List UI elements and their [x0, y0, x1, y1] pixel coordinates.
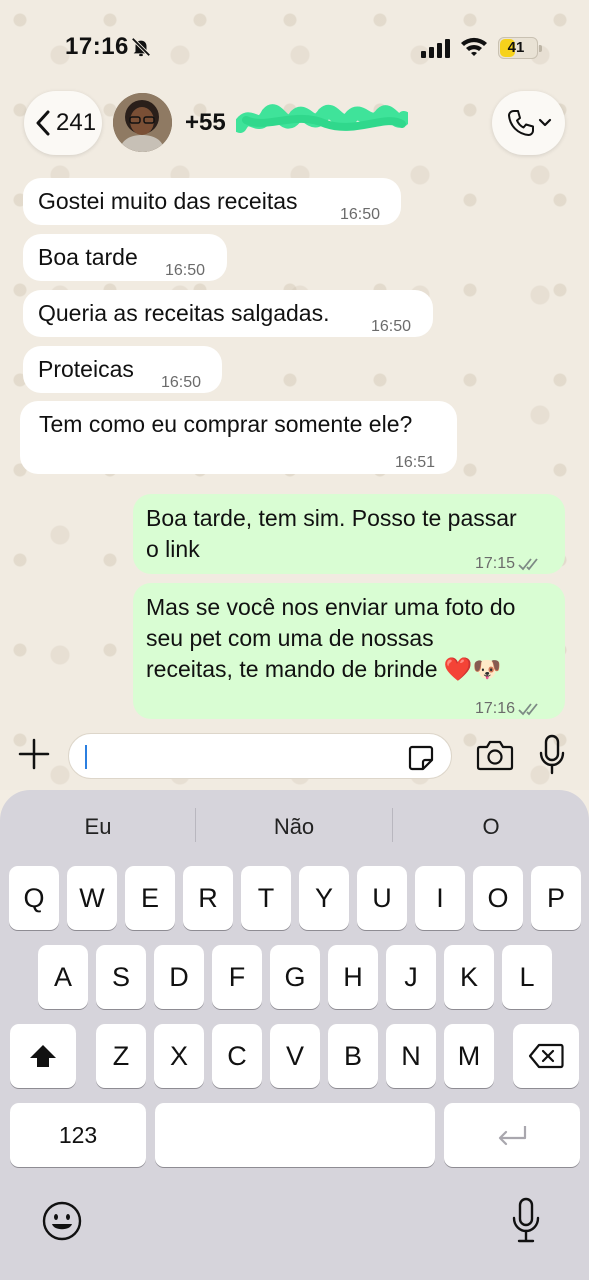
message-text: Boa tarde [38, 244, 138, 270]
text-caret [85, 745, 87, 769]
key-y[interactable]: Y [299, 866, 349, 930]
plus-icon[interactable] [17, 737, 51, 771]
message-text-line: o link [146, 536, 200, 562]
key-q[interactable]: Q [9, 866, 59, 930]
key-d[interactable]: D [154, 945, 204, 1009]
key-f[interactable]: F [212, 945, 262, 1009]
message-text-line: Mas se você nos enviar uma foto do [146, 594, 516, 620]
message-text: Proteicas [38, 356, 134, 382]
status-bar: 17:16 41 [0, 0, 589, 90]
chevron-down-icon [538, 118, 551, 127]
bell-slash-icon [131, 37, 151, 57]
shift-key[interactable] [10, 1024, 76, 1088]
key-p[interactable]: P [531, 866, 581, 930]
status-time: 17:16 [65, 33, 129, 60]
key-h[interactable]: H [328, 945, 378, 1009]
key-o[interactable]: O [473, 866, 523, 930]
battery-icon: 41 [498, 37, 542, 59]
chevron-left-icon [36, 110, 50, 136]
shift-icon [30, 1045, 56, 1067]
camera-icon[interactable] [476, 738, 514, 772]
backspace-icon [528, 1043, 564, 1069]
key-t[interactable]: T [241, 866, 291, 930]
message-time: 16:50 [371, 318, 412, 335]
sticker-icon[interactable] [407, 744, 435, 772]
message-bubble-incoming[interactable]: Queria as receitas salgadas. 16:50 [23, 290, 433, 337]
wifi-icon [461, 37, 487, 56]
message-time: 16:50 [161, 374, 202, 391]
message-time: 17:16 [475, 700, 516, 717]
message-time: 16:50 [165, 262, 206, 279]
battery-tip [539, 45, 542, 52]
return-key[interactable] [444, 1103, 580, 1167]
key-e[interactable]: E [125, 866, 175, 930]
space-key[interactable] [155, 1103, 435, 1167]
phone-icon [507, 110, 534, 136]
key-r[interactable]: R [183, 866, 233, 930]
message-text: Tem como eu comprar somente ele? [39, 411, 413, 437]
message-bubble-outgoing[interactable]: Mas se você nos enviar uma foto do seu p… [133, 583, 565, 719]
avatar[interactable] [113, 93, 172, 152]
key-l[interactable]: L [502, 945, 552, 1009]
message-text: Gostei muito das receitas [38, 188, 298, 214]
contact-name[interactable]: +55 [185, 109, 226, 137]
key-n[interactable]: N [386, 1024, 436, 1088]
back-button[interactable]: 241 [24, 91, 102, 155]
key-v[interactable]: V [270, 1024, 320, 1088]
redaction-scribble [236, 104, 408, 133]
suggestion-1[interactable]: Eu [0, 814, 196, 840]
key-s[interactable]: S [96, 945, 146, 1009]
message-bubble-incoming[interactable]: Gostei muito das receitas 16:50 [23, 178, 401, 225]
key-z[interactable]: Z [96, 1024, 146, 1088]
unread-count: 241 [56, 109, 97, 136]
message-text-line: Boa tarde, tem sim. Posso te passar [146, 505, 517, 531]
battery-level: 41 [507, 39, 525, 56]
key-a[interactable]: A [38, 945, 88, 1009]
key-g[interactable]: G [270, 945, 320, 1009]
message-time: 16:50 [340, 206, 381, 223]
message-bubble-incoming[interactable]: Tem como eu comprar somente ele? 16:51 [20, 401, 457, 474]
suggestion-3[interactable]: O [393, 814, 589, 840]
microphone-icon[interactable] [538, 734, 566, 776]
key-c[interactable]: C [212, 1024, 262, 1088]
key-u[interactable]: U [357, 866, 407, 930]
double-check-icon [518, 703, 538, 716]
return-icon [498, 1126, 527, 1146]
message-text: Queria as receitas salgadas. [38, 300, 330, 326]
dictation-microphone-icon[interactable] [511, 1196, 541, 1244]
key-b[interactable]: B [328, 1024, 378, 1088]
message-time: 17:15 [475, 555, 516, 572]
backspace-key[interactable] [513, 1024, 579, 1088]
message-input[interactable] [68, 733, 452, 779]
message-text-line: seu pet com uma de nossas [146, 625, 434, 651]
double-check-icon [518, 558, 538, 571]
key-m[interactable]: M [444, 1024, 494, 1088]
message-bubble-outgoing[interactable]: Boa tarde, tem sim. Posso te passar o li… [133, 494, 565, 574]
message-text-line: receitas, te mando de brinde ❤️🐶 [146, 656, 502, 682]
cellular-signal-icon [421, 39, 450, 58]
message-bubble-incoming[interactable]: Proteicas 16:50 [23, 346, 222, 393]
key-x[interactable]: X [154, 1024, 204, 1088]
suggestion-2[interactable]: Não [196, 814, 392, 840]
message-bubble-incoming[interactable]: Boa tarde 16:50 [23, 234, 227, 281]
key-k[interactable]: K [444, 945, 494, 1009]
key-w[interactable]: W [67, 866, 117, 930]
avatar-image [113, 93, 172, 152]
key-j[interactable]: J [386, 945, 436, 1009]
call-button[interactable] [492, 91, 565, 155]
message-time: 16:51 [395, 454, 436, 471]
key-i[interactable]: I [415, 866, 465, 930]
keyboard: Eu Não O QWERTYUIOP ASDFGHJKL ZXCVBNM 12… [0, 790, 589, 1280]
numbers-key[interactable]: 123 [10, 1103, 146, 1167]
emoji-icon[interactable] [41, 1200, 83, 1242]
